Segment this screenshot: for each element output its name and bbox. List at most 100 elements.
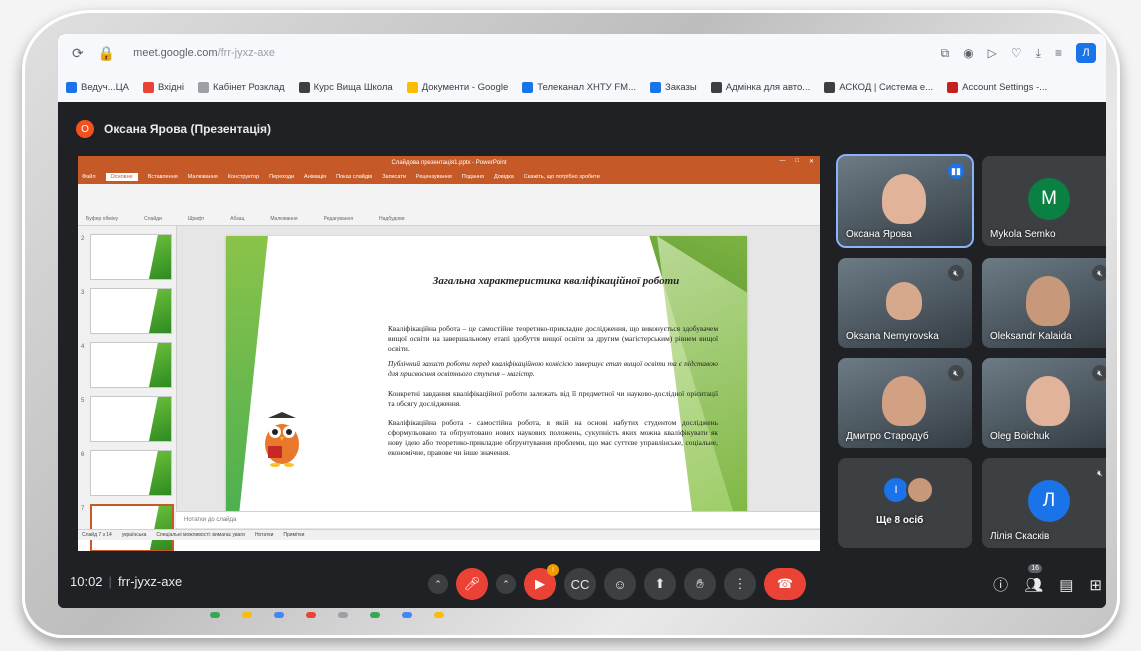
more-options-button[interactable]: ⋮: [724, 568, 756, 600]
download-icon[interactable]: ⤓: [1036, 46, 1041, 61]
participant-name: Mykola Semko: [990, 229, 1056, 240]
video-options-button[interactable]: ⌃: [496, 574, 516, 594]
participant-tile[interactable]: І Ще 8 осіб: [838, 458, 972, 548]
ppt-menu-item: Подання: [461, 174, 484, 180]
mic-muted-icon: 🔇︎: [1092, 465, 1106, 481]
participant-tile[interactable]: 🔇︎ Дмитро Стародуб: [838, 358, 972, 448]
ppt-menu-item: Конструктор: [227, 174, 260, 180]
bookmark-item[interactable]: Курс Вища Школа: [298, 81, 393, 93]
participant-count-badge: 16: [1028, 563, 1042, 573]
bookmark-icon: [947, 81, 959, 93]
ppt-titlebar: Слайдова презентація1.pptx - PowerPoint …: [78, 156, 820, 170]
bookmark-icon: [710, 81, 722, 93]
participant-video: [882, 174, 926, 224]
participant-tile[interactable]: 🔇︎ Oleksandr Kalaida: [982, 258, 1106, 348]
minimize-icon: —: [779, 158, 786, 164]
share-icon[interactable]: ⧉: [941, 46, 950, 61]
slide-paragraph-1: Кваліфікаційна робота – це самостійне те…: [388, 324, 718, 353]
camera-icon[interactable]: ◉: [963, 46, 973, 60]
play-icon[interactable]: ▷: [988, 46, 997, 60]
thumbnail-number: 6: [81, 452, 85, 458]
ribbon-group-label: Шрифт: [187, 216, 205, 222]
meeting-details-icon[interactable]: ⓘ: [993, 574, 1008, 595]
ppt-statusbar: Слайд 7 з 14 українська Спеціальні можливо…: [78, 529, 820, 540]
screen: ⟳ 🔒 meet.google.com/frr-jyxz-axe ⧉ ◉ ▷ ♡…: [58, 34, 1106, 608]
slide-thumbnail: [90, 396, 172, 442]
browser-toolbar-right: ⧉ ◉ ▷ ♡ ⤓ ≡ Л: [941, 43, 1096, 63]
chat-icon[interactable]: ▤: [1059, 576, 1073, 594]
mic-muted-icon: 🔇︎: [948, 365, 964, 381]
bookmark-icon: [522, 81, 534, 93]
site-info-icon[interactable]: 🔒: [98, 45, 115, 62]
mic-off-button[interactable]: 🎤︎: [456, 568, 488, 600]
current-slide: Загальна характеристика кваліфікаційної …: [226, 236, 747, 519]
participant-name: Лілія Скасків: [990, 531, 1050, 542]
present-button[interactable]: ⬆: [644, 568, 676, 600]
bookmark-item[interactable]: Account Settings -...: [947, 81, 1047, 93]
captions-button[interactable]: CC: [564, 568, 596, 600]
bookmarks-bar: Ведуч...ЦА Вхідні Кабінет Розклад Курс Вища…: [58, 72, 1106, 102]
heart-icon[interactable]: ♡: [1011, 46, 1022, 60]
participant-name: Oleksandr Kalaida: [990, 331, 1072, 342]
participant-name: Oksana Nemyrovska: [846, 331, 939, 342]
ppt-menu-item: Переходи: [269, 174, 295, 180]
ppt-status-item: Слайд 7 з 14: [82, 532, 112, 538]
bookmark-icon: [66, 81, 77, 93]
participant-name: Oleg Boichuk: [990, 431, 1050, 442]
participant-name: Дмитро Стародуб: [846, 431, 929, 442]
activities-icon[interactable]: ⊞: [1089, 576, 1102, 594]
ppt-menu-item: Малювання: [187, 174, 218, 180]
thumbnail-number: 3: [81, 290, 85, 296]
bookmark-item[interactable]: Адмінка для авто...: [710, 81, 811, 93]
bookmark-item[interactable]: Заказы: [649, 81, 697, 93]
slide-thumbnail: [90, 342, 172, 388]
ribbon-group-label: Надбудови: [379, 216, 405, 222]
reactions-button[interactable]: ☺: [604, 568, 636, 600]
more-participants-avatars: І: [882, 476, 934, 504]
meeting-code: frr-jyxz-axe: [117, 574, 183, 589]
participant-tile[interactable]: 🔇︎ Oksana Nemyrovska: [838, 258, 972, 348]
participant-tile[interactable]: M Mykola Semko: [982, 156, 1106, 246]
bookmark-item[interactable]: Ведуч...ЦА: [66, 81, 129, 93]
camera-off-button[interactable]: ▶︎!: [524, 564, 559, 600]
participant-video: [1026, 276, 1070, 326]
notes-pane[interactable]: Нотатки до слайда: [176, 511, 820, 528]
bookmark-item[interactable]: Документи - Google: [406, 81, 509, 93]
leave-call-button[interactable]: ☎︎: [764, 568, 806, 600]
url-field[interactable]: meet.google.com/frr-jyxz-axe: [133, 47, 275, 59]
participant-tile[interactable]: 🔇︎ Oleg Boichuk: [982, 358, 1106, 448]
participant-tile[interactable]: Л 🔇︎ Лілія Скасків: [982, 458, 1106, 548]
participant-tile[interactable]: ▮▮ Оксана Ярова: [836, 154, 974, 248]
thumbnail-number: 2: [81, 236, 85, 242]
raise-hand-button[interactable]: ✋︎: [684, 568, 716, 600]
ribbon-group-label: Слайди: [144, 216, 162, 222]
bookmark-label: Документи - Google: [421, 81, 509, 93]
people-icon[interactable]: 👥︎ 16: [1024, 563, 1043, 594]
participant-name: Ще 8 осіб: [876, 515, 924, 526]
menu-icon[interactable]: ≡: [1055, 46, 1062, 60]
profile-avatar[interactable]: Л: [1076, 43, 1096, 63]
bookmark-item[interactable]: АСКОД | Система е...: [824, 81, 933, 93]
bookmark-icon: [649, 81, 661, 93]
bookmark-icon: [406, 81, 418, 93]
ppt-menu-item: Вставлення: [147, 174, 178, 180]
bookmark-label: Адмінка для авто...: [725, 81, 811, 93]
slide-paragraph-3: Конкретні завдання кваліфікаційної робот…: [388, 389, 718, 408]
reload-icon[interactable]: ⟳: [72, 45, 84, 62]
bookmark-item[interactable]: Телеканал ХНТУ FM...: [522, 81, 636, 93]
participant-video: [1026, 376, 1070, 426]
mini-avatar: [906, 476, 934, 504]
bookmark-label: Ведуч...ЦА: [81, 81, 129, 93]
owl-mascot-image: [265, 412, 299, 467]
presentation-title: Оксана Ярова (Презентація): [104, 122, 272, 136]
ppt-menu-item: Рецензування: [415, 174, 452, 180]
ppt-ribbon: Буфер обміну Слайди Шрифт Абзац Малювання Ред…: [78, 184, 820, 226]
separator: |: [108, 574, 112, 589]
ppt-menu-item: Анімація: [304, 174, 327, 180]
bookmark-item[interactable]: Вхідні: [142, 81, 184, 93]
bookmark-item[interactable]: Кабінет Розклад: [197, 81, 285, 93]
ppt-status-item: Примітки: [283, 532, 305, 538]
meet-control-bar: 10:02 | frr-jyxz-axe ⌃ 🎤︎ ⌃ ▶︎! CC ☺ ⬆ ✋︎ …: [58, 560, 1106, 608]
ribbon-group-label: Редагування: [323, 216, 354, 222]
audio-options-button[interactable]: ⌃: [428, 574, 448, 594]
